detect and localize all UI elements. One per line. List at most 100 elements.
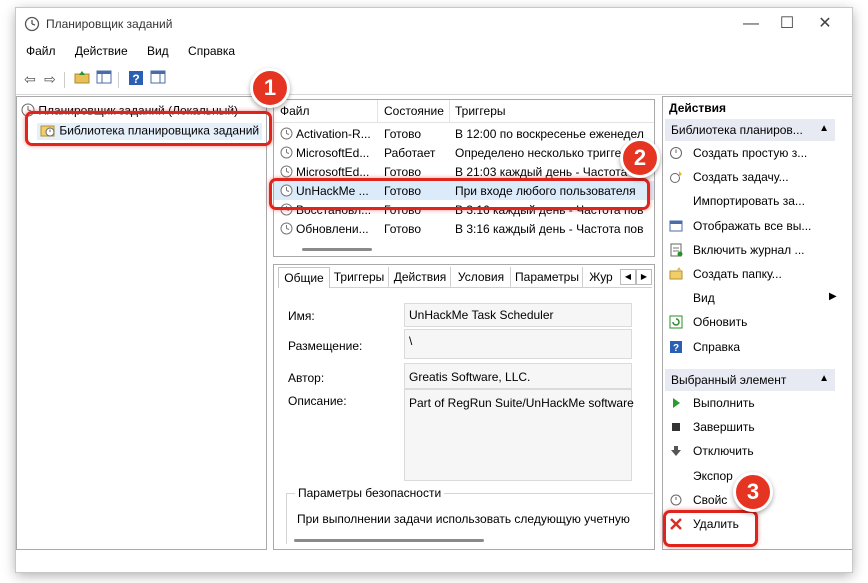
action-item[interactable]: Вид ▶ (667, 288, 847, 308)
column-header-state[interactable]: Состояние (384, 104, 444, 118)
enable-log-icon (669, 243, 683, 257)
tab-settings[interactable]: Параметры (512, 267, 583, 287)
action-label: Завершить (693, 420, 755, 435)
properties-icon (669, 493, 683, 507)
author-value: Greatis Software, LLC. (409, 370, 531, 384)
window-title: Планировщик заданий (46, 17, 173, 31)
security-title: Параметры безопасности (295, 486, 445, 500)
menu-action[interactable]: Действие (75, 44, 128, 58)
task-clock-icon (280, 146, 293, 162)
tab-actions[interactable]: Действия (390, 267, 451, 287)
title-bar: Планировщик заданий — ☐ ✕ (16, 8, 852, 40)
location-field[interactable]: \ (404, 329, 632, 359)
tab-scroll-right-icon[interactable]: ▶ (636, 269, 652, 285)
task-list-scrollbar[interactable] (302, 248, 372, 251)
location-value: \ (409, 334, 413, 348)
properties-pane-icon[interactable] (148, 70, 168, 88)
name-value: UnHackMe Task Scheduler (409, 308, 554, 322)
action-item[interactable]: Создать папку... (667, 264, 847, 284)
task-cell-state: Работает (384, 146, 436, 160)
actions-section-selected[interactable]: Выбранный элемент ▲ (665, 369, 835, 391)
name-field[interactable]: UnHackMe Task Scheduler (404, 303, 632, 327)
tree-pane: Планировщик заданий (Локальный) Библиоте… (16, 96, 267, 550)
details-scrollbar[interactable] (294, 539, 484, 542)
collapse-arrow-icon: ▲ (819, 373, 829, 384)
action-item[interactable]: Создать задачу... (667, 167, 847, 187)
action-item[interactable]: ? Справка (667, 337, 847, 357)
action-item[interactable]: Импортировать за... (667, 191, 847, 211)
highlight-library (25, 111, 272, 146)
action-label: Справка (693, 339, 741, 354)
description-label: Описание: (288, 394, 347, 408)
menu-file[interactable]: Файл (26, 44, 56, 58)
new-folder-icon (669, 267, 683, 281)
action-item[interactable]: Обновить (667, 312, 847, 332)
action-label: Создать папку... (693, 267, 782, 281)
column-header-triggers[interactable]: Триггеры (455, 104, 506, 118)
column-divider (377, 100, 378, 122)
help-icon[interactable]: ? (126, 70, 146, 88)
close-icon[interactable]: ✕ (812, 14, 838, 34)
section-library-label: Библиотека планиров... (671, 123, 803, 137)
callout-3: 3 (733, 472, 773, 512)
minimize-icon[interactable]: — (738, 14, 764, 34)
column-header-file[interactable]: Файл (280, 104, 310, 118)
action-item[interactable]: Отключить (667, 441, 847, 461)
security-group: Параметры безопасности При выполнении за… (286, 486, 653, 544)
tab-triggers[interactable]: Триггеры (330, 267, 389, 287)
task-cell-name: Activation-R... (296, 127, 371, 141)
action-item[interactable]: Выполнить (667, 393, 847, 413)
task-clock-icon (280, 222, 293, 238)
action-label: Импортировать за... (693, 194, 805, 209)
disable-icon (669, 444, 683, 458)
toolbar-divider (16, 94, 852, 95)
forward-arrow-icon[interactable]: ⇨ (40, 70, 60, 88)
svg-text:?: ? (132, 72, 139, 86)
action-item[interactable]: Включить журнал ... (667, 240, 847, 260)
task-cell-trigger: В 12:00 по воскресенье еженедел (455, 127, 644, 141)
action-label: Создать простую з... (693, 146, 808, 160)
submenu-arrow-icon: ▶ (829, 291, 837, 303)
show-hide-console-icon[interactable] (94, 70, 114, 88)
task-cell-name: MicrosoftEd... (296, 165, 370, 179)
toolbar-separator (64, 72, 65, 88)
tab-scroll-left-icon[interactable]: ◀ (620, 269, 636, 285)
name-label: Имя: (288, 309, 315, 323)
action-item[interactable]: Создать простую з... (667, 143, 847, 163)
svg-text:?: ? (673, 343, 679, 354)
tab-history[interactable]: Жур (584, 267, 618, 287)
display-running-icon (669, 219, 683, 233)
action-item[interactable]: Завершить (667, 417, 847, 437)
tab-general[interactable]: Общие (278, 267, 330, 288)
action-label: Вид (693, 291, 715, 306)
action-item[interactable]: Отображать все вы... (667, 216, 847, 236)
action-label: Включить журнал ... (693, 242, 805, 257)
task-row[interactable]: Activation-R... Готово В 12:00 по воскресе… (274, 124, 654, 143)
menu-bar: Файл Действие Вид Справка (16, 44, 241, 62)
up-folder-icon[interactable] (72, 70, 92, 88)
description-value: Part of RegRun Suite/UnHackMe software (409, 396, 634, 410)
action-label: Отключить (693, 444, 754, 459)
task-cell-name: MicrosoftEd... (296, 146, 370, 160)
action-label: Экспор (693, 468, 733, 483)
menu-help[interactable]: Справка (188, 44, 235, 58)
action-label: Выполнить (693, 396, 755, 410)
end-icon (669, 420, 683, 434)
toolbar-separator (118, 72, 119, 88)
task-cell-state: Готово (384, 165, 422, 179)
action-label: Свойс (693, 492, 728, 507)
menu-view[interactable]: Вид (147, 44, 169, 58)
maximize-icon[interactable]: ☐ (774, 14, 800, 34)
tab-conditions[interactable]: Условия (452, 267, 511, 287)
description-field[interactable]: Part of RegRun Suite/UnHackMe software (404, 389, 634, 481)
toolbar: ⇦ ⇨ ? (16, 68, 852, 92)
author-field[interactable]: Greatis Software, LLC. (404, 363, 632, 389)
run-icon (669, 396, 683, 410)
task-row[interactable]: MicrosoftEd... Работает Определено несколь… (274, 143, 654, 162)
highlight-task-row (269, 178, 650, 210)
back-arrow-icon[interactable]: ⇦ (20, 70, 40, 88)
actions-section-library[interactable]: Библиотека планиров... ▲ (665, 119, 835, 141)
task-row[interactable]: Обновлени... Готово В 3:16 каждый день - Ч… (274, 219, 654, 238)
highlight-delete (663, 510, 758, 547)
security-text: При выполнении задачи использовать следу… (297, 512, 630, 526)
